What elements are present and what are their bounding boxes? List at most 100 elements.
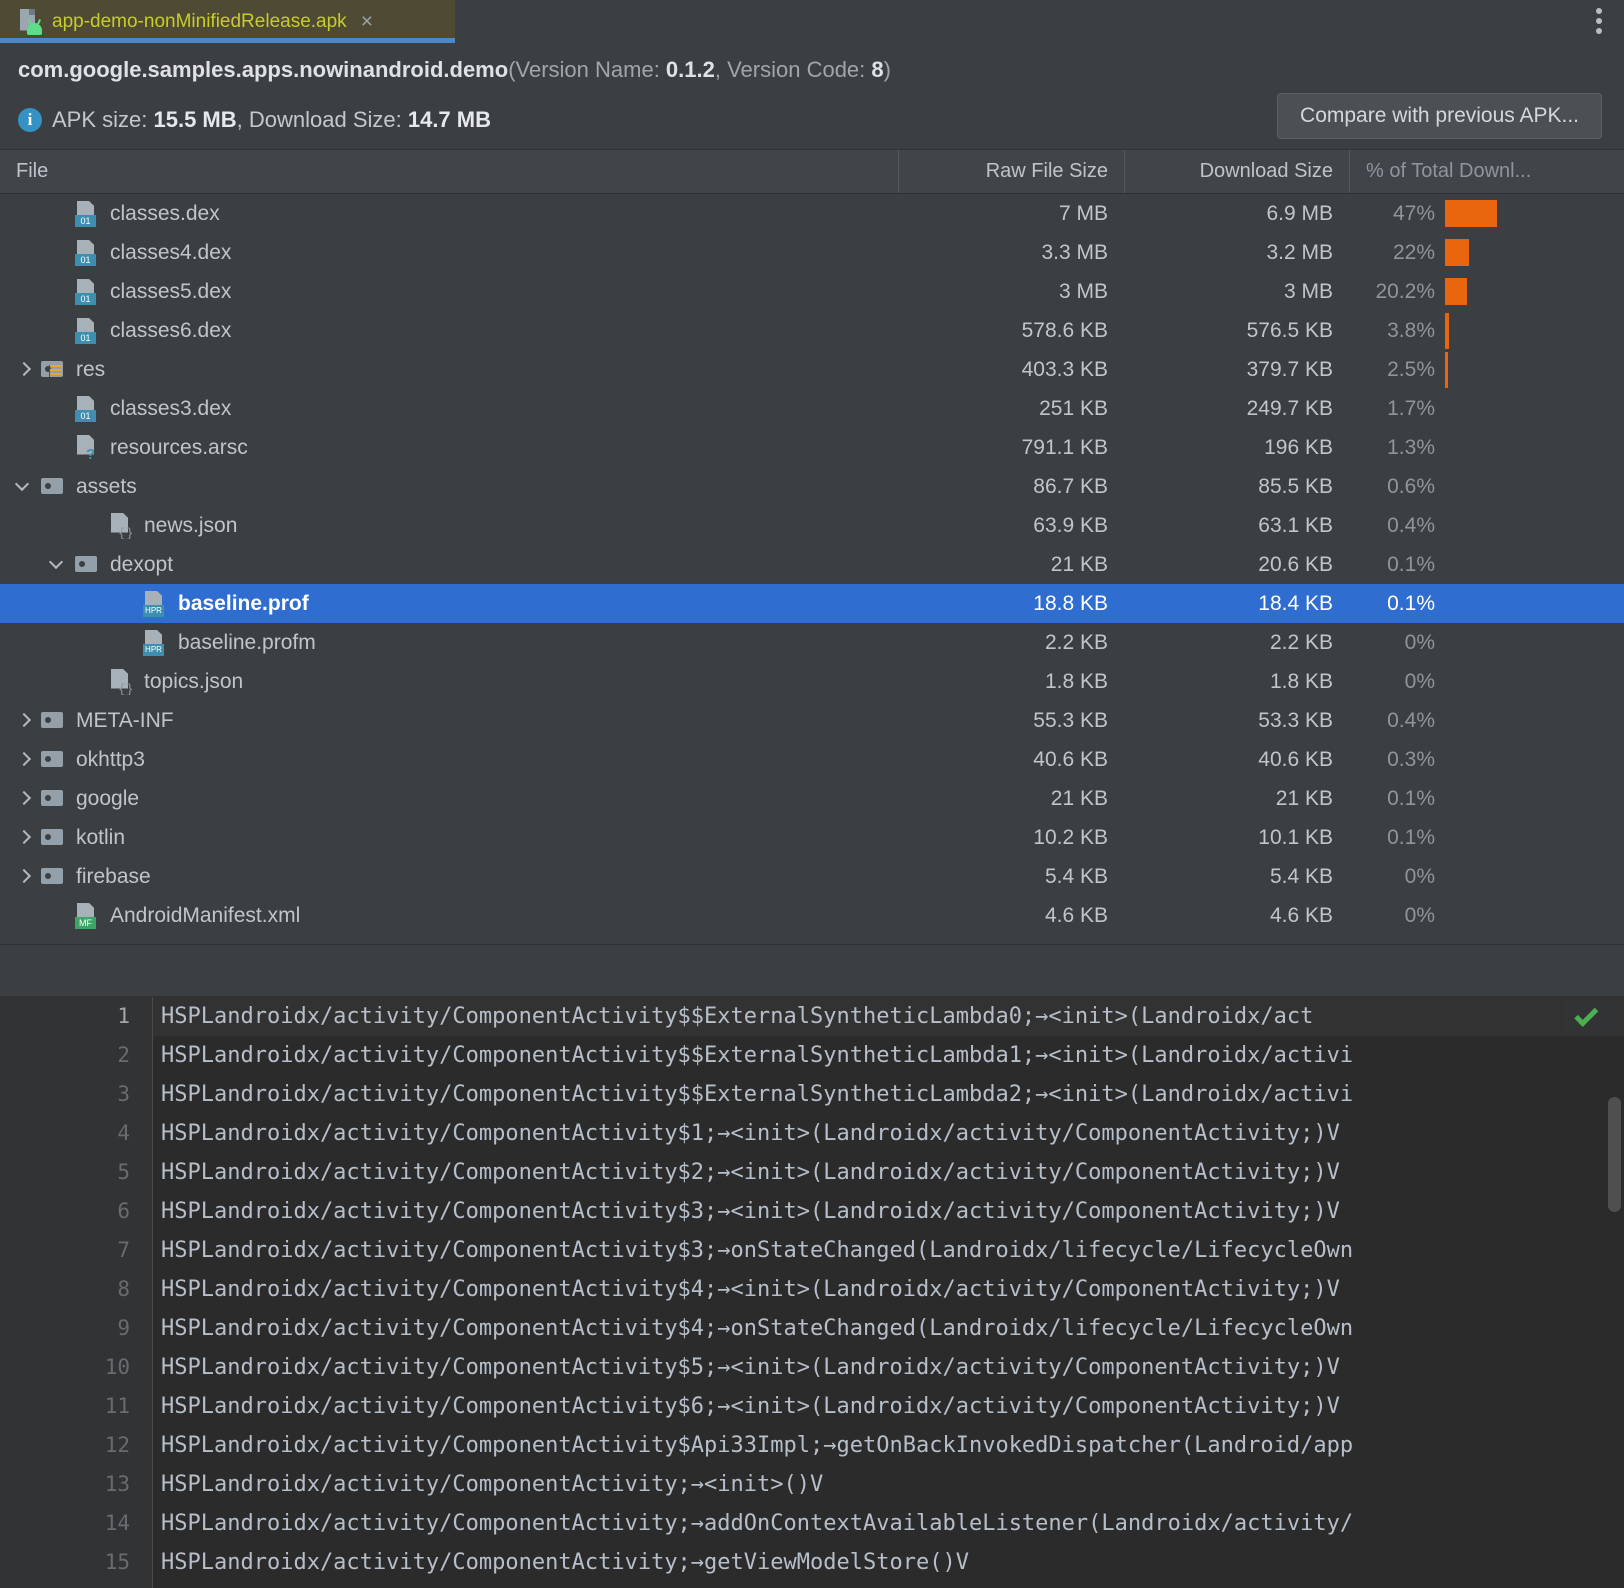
table-row[interactable]: {}news.json63.9 KB63.1 KB0.4% — [0, 506, 1624, 545]
download-size-value: 14.7 MB — [408, 107, 491, 132]
percent-total-download-cell: 1.3% — [1349, 436, 1624, 460]
table-row[interactable]: res403.3 KB379.7 KB2.5% — [0, 350, 1624, 389]
code-line[interactable]: HSPLandroidx/activity/ComponentActivity$… — [153, 1270, 1624, 1309]
download-size-cell: 249.7 KB — [1124, 397, 1349, 421]
table-row[interactable]: 01classes.dex7 MB6.9 MB47% — [0, 194, 1624, 233]
code-line[interactable]: HSPLandroidx/activity/ComponentActivity$… — [153, 1231, 1624, 1270]
prof-file-icon: HPR — [142, 591, 168, 617]
version-mid: , Version Code: — [715, 57, 872, 82]
raw-file-size-cell: 18.8 KB — [898, 592, 1124, 616]
line-number: 3 — [0, 1075, 152, 1114]
editor-body[interactable]: 123456789101112131415 HSPLandroidx/activ… — [0, 997, 1624, 1588]
file-cell: res — [0, 357, 898, 383]
raw-file-size-cell: 791.1 KB — [898, 436, 1124, 460]
chevron-down-icon[interactable] — [14, 477, 34, 497]
json-file-icon: {} — [108, 513, 134, 539]
chevron-right-icon[interactable] — [14, 867, 34, 887]
line-number: 1 — [0, 997, 152, 1036]
raw-file-size-cell: 40.6 KB — [898, 748, 1124, 772]
chevron-right-icon[interactable] — [14, 711, 34, 731]
percent-total-download-cell: 0.1% — [1349, 553, 1624, 577]
download-size-cell: 3.2 MB — [1124, 241, 1349, 265]
percent-value: 1.7% — [1349, 397, 1435, 421]
tab-apk-file[interactable]: app-demo-nonMinifiedRelease.apk × — [0, 0, 455, 43]
download-size-cell: 21 KB — [1124, 787, 1349, 811]
download-size-cell: 18.4 KB — [1124, 592, 1349, 616]
file-name: google — [76, 787, 139, 811]
editor-tab-bar: app-demo-nonMinifiedRelease.apk × — [0, 0, 1624, 43]
tree-spacer — [48, 399, 68, 419]
table-row[interactable]: assets86.7 KB85.5 KB0.6% — [0, 467, 1624, 506]
table-row[interactable]: google21 KB21 KB0.1% — [0, 779, 1624, 818]
file-cell: google — [0, 786, 898, 812]
table-row[interactable]: META-INF55.3 KB53.3 KB0.4% — [0, 701, 1624, 740]
file-name: topics.json — [144, 670, 243, 694]
code-line[interactable]: HSPLandroidx/activity/ComponentActivity$… — [153, 1387, 1624, 1426]
compare-with-previous-apk-button[interactable]: Compare with previous APK... — [1277, 93, 1602, 139]
column-header-percent-total-download[interactable]: % of Total Downl... — [1349, 150, 1624, 193]
table-row[interactable]: 01classes4.dex3.3 MB3.2 MB22% — [0, 233, 1624, 272]
file-name: dexopt — [110, 553, 173, 577]
table-row[interactable]: firebase5.4 KB5.4 KB0% — [0, 857, 1624, 896]
raw-file-size-cell: 5.4 KB — [898, 865, 1124, 889]
percent-value: 0.1% — [1349, 553, 1435, 577]
editor-vertical-scrollbar[interactable] — [1608, 1097, 1621, 1212]
code-line[interactable]: HSPLandroidx/activity/ComponentActivity$… — [153, 997, 1624, 1036]
percent-total-download-cell: 0.1% — [1349, 826, 1624, 850]
folder-icon — [40, 708, 66, 734]
code-line[interactable]: HSPLandroidx/activity/ComponentActivity;… — [153, 1543, 1624, 1582]
code-line[interactable]: HSPLandroidx/activity/ComponentActivity$… — [153, 1153, 1624, 1192]
chevron-right-icon[interactable] — [14, 750, 34, 770]
code-line[interactable]: HSPLandroidx/activity/ComponentActivity$… — [153, 1036, 1624, 1075]
more-options-kebab-icon[interactable] — [1596, 8, 1602, 34]
table-row[interactable]: 01classes3.dex251 KB249.7 KB1.7% — [0, 389, 1624, 428]
tree-spacer — [48, 906, 68, 926]
table-row[interactable]: dexopt21 KB20.6 KB0.1% — [0, 545, 1624, 584]
table-row[interactable]: 01classes5.dex3 MB3 MB20.2% — [0, 272, 1624, 311]
code-line[interactable]: HSPLandroidx/activity/ComponentActivity;… — [153, 1504, 1624, 1543]
table-row[interactable]: MFAndroidManifest.xml4.6 KB4.6 KB0% — [0, 896, 1624, 935]
tab-active-underline — [0, 38, 455, 43]
code-line[interactable]: HSPLandroidx/activity/ComponentActivity;… — [153, 1465, 1624, 1504]
file-tree-viewport: 01classes.dex7 MB6.9 MB47%01classes4.dex… — [0, 194, 1624, 944]
percent-value: 0% — [1349, 904, 1435, 928]
code-line[interactable]: HSPLandroidx/activity/ComponentActivity$… — [153, 1309, 1624, 1348]
resource-folder-icon — [40, 357, 66, 383]
code-line[interactable]: HSPLandroidx/activity/ComponentActivity$… — [153, 1348, 1624, 1387]
chevron-right-icon[interactable] — [14, 828, 34, 848]
code-line[interactable]: HSPLandroidx/activity/ComponentActivity$… — [153, 1075, 1624, 1114]
table-row[interactable]: 01classes6.dex578.6 KB576.5 KB3.8% — [0, 311, 1624, 350]
file-preview-editor: 123456789101112131415 HSPLandroidx/activ… — [0, 975, 1624, 1588]
close-icon[interactable]: × — [357, 9, 377, 34]
table-row[interactable]: HPRbaseline.profm2.2 KB2.2 KB0% — [0, 623, 1624, 662]
inspection-status-widget[interactable] — [1564, 999, 1610, 1035]
column-header-file[interactable]: File — [0, 150, 898, 193]
code-line[interactable]: HSPLandroidx/activity/ComponentActivity$… — [153, 1192, 1624, 1231]
raw-file-size-cell: 2.2 KB — [898, 631, 1124, 655]
folder-icon — [74, 552, 100, 578]
code-line[interactable]: HSPLandroidx/activity/ComponentActivity$… — [153, 1114, 1624, 1153]
file-name: classes3.dex — [110, 397, 231, 421]
percent-total-download-cell: 0.1% — [1349, 592, 1624, 616]
line-number-gutter: 123456789101112131415 — [0, 997, 152, 1588]
code-text-area[interactable]: HSPLandroidx/activity/ComponentActivity$… — [152, 997, 1624, 1588]
table-row[interactable]: ?resources.arsc791.1 KB196 KB1.3% — [0, 428, 1624, 467]
table-row[interactable]: kotlin10.2 KB10.1 KB0.1% — [0, 818, 1624, 857]
download-size-label: , Download Size: — [237, 107, 408, 132]
column-header-raw-file-size[interactable]: Raw File Size — [898, 150, 1124, 193]
file-cell: 01classes.dex — [0, 201, 898, 227]
table-row[interactable]: {}topics.json1.8 KB1.8 KB0% — [0, 662, 1624, 701]
code-line[interactable]: HSPLandroidx/activity/ComponentActivity$… — [153, 1426, 1624, 1465]
table-row[interactable]: HPRbaseline.prof18.8 KB18.4 KB0.1% — [0, 584, 1624, 623]
download-size-cell: 576.5 KB — [1124, 319, 1349, 343]
column-header-download-size[interactable]: Download Size — [1124, 150, 1349, 193]
table-row[interactable]: okhttp340.6 KB40.6 KB0.3% — [0, 740, 1624, 779]
percent-total-download-cell: 1.7% — [1349, 397, 1624, 421]
file-cell: firebase — [0, 864, 898, 890]
file-name: META-INF — [76, 709, 174, 733]
chevron-right-icon[interactable] — [14, 360, 34, 380]
line-number: 10 — [0, 1348, 152, 1387]
chevron-down-icon[interactable] — [48, 555, 68, 575]
line-number: 12 — [0, 1426, 152, 1465]
chevron-right-icon[interactable] — [14, 789, 34, 809]
